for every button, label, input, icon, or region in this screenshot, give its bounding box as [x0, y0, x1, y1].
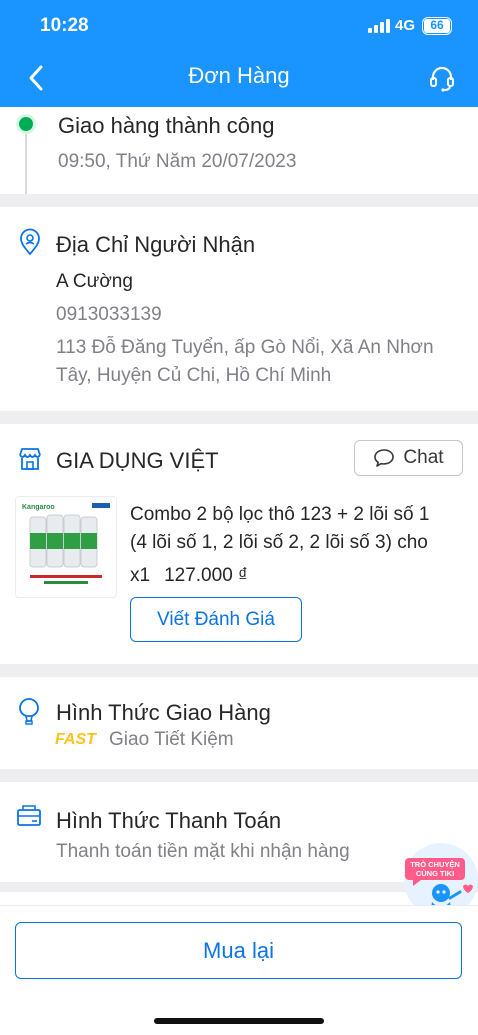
address-line-2: Tây, Huyện Củ Chi, Hồ Chí Minh: [56, 365, 332, 386]
status-time: 10:28: [40, 15, 89, 36]
section-divider: [0, 411, 478, 424]
store-icon: [19, 448, 41, 470]
address-line-1: 113 Đỗ Đăng Tuyển, ấp Gò Nổi, Xã An Nhơn: [56, 337, 434, 358]
delivery-balloon-icon: [19, 698, 39, 725]
rebuy-button[interactable]: Mua lại: [15, 922, 462, 979]
payment-title: Hình Thức Thanh Toán: [56, 808, 282, 833]
support-button[interactable]: [422, 58, 462, 98]
product-name[interactable]: Combo 2 bộ lọc thô 123 + 2 lõi số 1 (4 l…: [130, 501, 470, 557]
recipient-phone: 0913033139: [56, 304, 162, 325]
shipping-title: Hình Thức Giao Hàng: [56, 700, 271, 725]
section-divider: [0, 769, 478, 782]
chat-bubble-label-1: TRÒ CHUYỆN: [410, 860, 460, 869]
signal-icon: [368, 19, 390, 33]
chat-button-label: Chat: [403, 447, 444, 468]
network-label: 4G: [395, 17, 416, 34]
headset-icon: [430, 66, 454, 92]
delivery-time: 09:50, Thứ Năm 20/07/2023: [58, 151, 297, 172]
product-quantity: x1: [130, 565, 151, 586]
chat-button[interactable]: Chat: [354, 440, 463, 476]
product-name-line-2: (4 lõi số 1, 2 lõi số 2, 2 lõi số 3) cho: [130, 532, 428, 553]
home-indicator[interactable]: [154, 1018, 324, 1024]
battery-icon: 66: [422, 17, 452, 35]
write-review-button[interactable]: Viết Đánh Giá: [130, 597, 302, 642]
product-thumbnail: Kangaroo: [16, 497, 116, 597]
recipient-name: A Cường: [56, 271, 133, 292]
payment-icon: [17, 805, 41, 826]
product-price: 127.000 ₫: [164, 565, 248, 586]
shop-name[interactable]: GIA DỤNG VIỆT: [56, 448, 219, 474]
delivery-status: Giao hàng thành công: [58, 113, 275, 138]
product-image[interactable]: Kangaroo: [15, 496, 117, 598]
status-dot: [16, 114, 36, 134]
address-title: Địa Chỉ Người Nhận: [56, 232, 256, 257]
payment-method: Thanh toán tiền mặt khi nhận hàng: [56, 841, 350, 862]
section-divider: [0, 664, 478, 677]
page-title: Đơn Hàng: [188, 63, 290, 88]
svg-text:Kangaroo: Kangaroo: [22, 504, 55, 511]
fast-badge: FAST: [55, 731, 96, 748]
section-divider: [0, 194, 478, 207]
battery-level: 66: [424, 19, 450, 33]
chat-bubble-icon: [374, 449, 395, 467]
timeline-line: [25, 134, 27, 194]
product-name-line-1: Combo 2 bộ lọc thô 123 + 2 lõi số 1: [130, 504, 430, 525]
product-price-row: x1 127.000 ₫: [130, 565, 248, 587]
chat-bubble-label-2: CÙNG TIKI: [416, 869, 454, 878]
app-header: 10:28 4G 66 Đơn Hàng: [0, 0, 478, 107]
shipping-method: Giao Tiết Kiệm: [109, 729, 234, 750]
location-pin-icon: [20, 228, 40, 256]
